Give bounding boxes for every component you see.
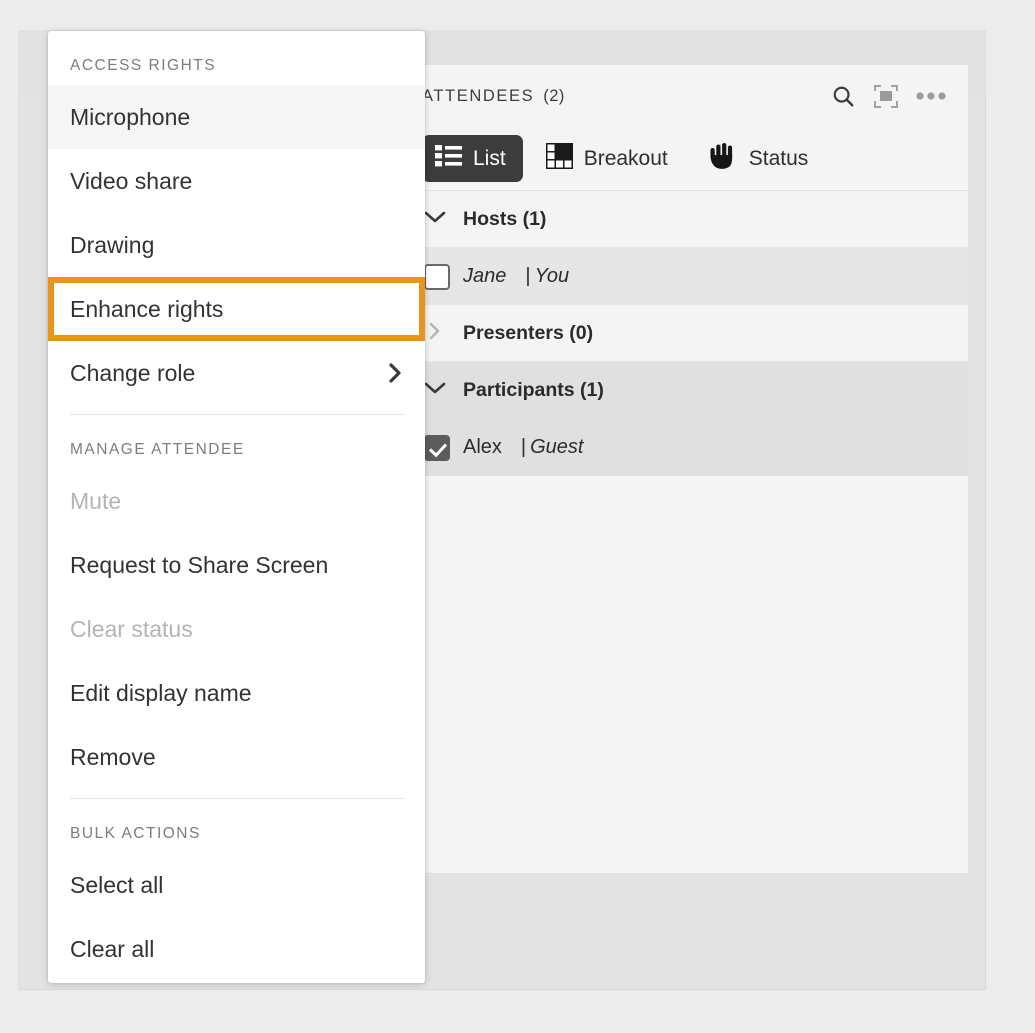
menu-item-mute: Mute [48,469,425,533]
attendees-header-actions [831,83,946,109]
menu-item-label: Select all [70,871,164,898]
menu-item-change-role[interactable]: Change role [48,341,425,405]
expand-icon[interactable] [873,83,899,109]
group-label: Participants (1) [463,379,604,401]
attendee-checkbox[interactable] [424,263,450,290]
menu-item-label: Video share [70,167,193,194]
menu-section-title-bulk-actions: BULK ACTIONS [70,825,201,842]
search-icon[interactable] [831,84,856,109]
attendee-checkbox[interactable] [424,434,450,461]
attendee-name: Jane [463,265,507,287]
menu-item-clear-all[interactable]: Clear all [48,917,425,981]
menu-item-request-to-share-screen[interactable]: Request to Share Screen [48,533,425,597]
menu-section-title-access-rights: ACCESS RIGHTS [70,57,217,74]
list-icon [435,143,462,174]
attendee-context-menu: ACCESS RIGHTS Microphone Video share Dra… [48,31,425,983]
menu-item-label: Mute [70,487,122,514]
attendees-list: Hosts (1) Jane | You Presenters (0) Part… [407,191,968,873]
menu-section-title-manage-attendee: MANAGE ATTENDEE [70,441,245,458]
attendee-role: | You [525,265,570,287]
chevron-right-icon [424,321,446,346]
group-header-presenters[interactable]: Presenters (0) [407,305,968,362]
menu-item-label: Clear status [70,615,193,642]
tab-list-label: List [473,147,506,170]
menu-item-clear-status: Clear status [48,597,425,661]
menu-item-label: Edit display name [70,679,252,706]
attendee-name: Alex [463,436,502,458]
menu-item-edit-display-name[interactable]: Edit display name [48,661,425,725]
chevron-right-icon [385,361,405,385]
menu-item-label: Drawing [70,231,155,258]
menu-item-select-all[interactable]: Select all [48,853,425,917]
tab-status[interactable]: Status [695,134,826,184]
menu-item-label: Clear all [70,935,155,962]
group-header-hosts[interactable]: Hosts (1) [407,191,968,248]
attendee-role: | Guest [520,436,584,458]
attendees-panel: ATTENDEES (2) List Breakout Status Hosts… [407,65,968,873]
menu-item-drawing[interactable]: Drawing [48,213,425,277]
attendees-count: (2) [543,86,565,105]
menu-item-remove[interactable]: Remove [48,725,425,789]
menu-item-label: Change role [70,359,196,386]
menu-item-label: Request to Share Screen [70,551,329,578]
menu-item-microphone[interactable]: Microphone [48,85,425,149]
attendees-header: ATTENDEES (2) [407,65,968,127]
menu-item-video-share[interactable]: Video share [48,149,425,213]
raised-hand-icon [708,142,738,176]
grid-icon [545,142,573,175]
chevron-down-icon [424,381,446,400]
tab-breakout-label: Breakout [583,147,668,170]
attendees-title: ATTENDEES [422,86,535,105]
attendees-tab-bar: List Breakout Status [407,127,968,191]
group-label: Hosts (1) [463,207,547,230]
chevron-down-icon [424,210,446,229]
attendees-footer-strip [407,873,968,960]
menu-item-label: Enhance rights [70,295,224,322]
group-header-participants[interactable]: Participants (1) [407,362,968,419]
tab-breakout[interactable]: Breakout [533,135,685,183]
list-item[interactable]: Jane | You [407,248,968,305]
group-label: Presenters (0) [463,321,594,344]
menu-item-label: Microphone [70,103,191,130]
more-options-icon[interactable] [916,91,946,101]
menu-item-label: Remove [70,743,156,770]
menu-item-enhance-rights[interactable]: Enhance rights [48,277,425,341]
list-item[interactable]: Alex | Guest [407,419,968,476]
tab-list[interactable]: List [422,135,523,182]
screen: ATTENDEES (2) List Breakout Status Hosts… [0,0,1035,1033]
tab-status-label: Status [748,147,809,170]
